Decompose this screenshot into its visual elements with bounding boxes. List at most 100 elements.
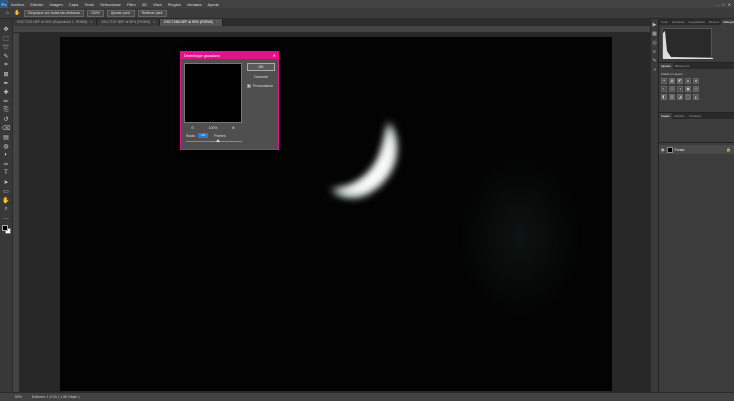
document-tab[interactable]: DSC7123.NEF al 50% (Exposición 1, RGB/8)… <box>13 19 98 26</box>
tab-close-icon[interactable]: × <box>153 20 155 24</box>
preview-checkbox[interactable]: ✓ <box>247 84 251 88</box>
menu-item[interactable]: 3D <box>139 2 150 7</box>
ok-button[interactable]: OK <box>247 63 275 71</box>
panel-tab[interactable]: Trazados <box>687 113 703 119</box>
layer-filter-controls[interactable] <box>659 119 734 143</box>
panel-tab[interactable]: Bibliotecas <box>673 63 692 69</box>
adjustment-icon[interactable]: ▣ <box>685 86 691 92</box>
menu-item[interactable]: Vista <box>150 2 165 7</box>
rectangle-icon[interactable]: ▭ <box>2 187 11 195</box>
color-swatches[interactable] <box>0 225 13 239</box>
hand-icon[interactable]: ✋ <box>2 196 11 204</box>
dock-panel-icon[interactable]: ◎ <box>652 40 658 46</box>
zoom-in-icon[interactable]: ⊕ <box>232 125 235 130</box>
close-icon[interactable]: ✕ <box>728 2 731 7</box>
adjustment-icon[interactable]: ◭ <box>693 94 699 100</box>
move-icon[interactable]: ✥ <box>2 25 11 33</box>
eyedropper-icon[interactable]: ✒ <box>2 79 11 87</box>
eraser-icon[interactable]: ⌫ <box>2 124 11 132</box>
radius-slider[interactable] <box>186 139 242 142</box>
adjustment-icon[interactable]: ◎ <box>693 86 699 92</box>
dialog-close-icon[interactable]: ✕ <box>273 53 278 58</box>
cancel-button[interactable]: Cancelar <box>247 74 275 81</box>
minimize-icon[interactable]: – <box>717 2 719 7</box>
adjustment-icon[interactable]: ◑ <box>677 86 683 92</box>
more-tools-icon[interactable]: … <box>2 214 11 222</box>
menu-item[interactable]: Ayuda <box>205 2 222 7</box>
photoshop-logo[interactable]: Ps <box>0 0 8 8</box>
gradient-icon[interactable]: ▤ <box>2 133 11 141</box>
menu-item[interactable]: Seleccionar <box>97 2 124 7</box>
crop-icon[interactable]: ⌗ <box>2 61 11 69</box>
zoom-value[interactable]: 100% <box>86 9 104 17</box>
menu-item[interactable]: Texto <box>81 2 97 7</box>
zoom-icon[interactable]: ⌕ <box>2 205 11 213</box>
dialog-titlebar[interactable]: Desenfoque gaussiano ✕ <box>181 52 278 59</box>
document-canvas[interactable] <box>60 37 612 391</box>
dock-panel-icon[interactable]: ≡ <box>652 49 658 55</box>
adjustment-icon[interactable]: ◩ <box>677 78 683 84</box>
radius-input[interactable]: 4,5 <box>198 133 209 138</box>
adjustment-icon[interactable]: ◪ <box>677 94 683 100</box>
maximize-icon[interactable]: □ <box>722 2 724 7</box>
adjustment-icon[interactable]: ☀ <box>661 78 667 84</box>
adjustment-icon[interactable]: ▥ <box>669 94 675 100</box>
menu-item[interactable]: Capa <box>66 2 82 7</box>
foreground-color-swatch[interactable] <box>2 225 8 231</box>
lasso-icon[interactable]: ➰ <box>2 43 11 51</box>
menu-item[interactable]: Plugins <box>165 2 184 7</box>
dock-panel-icon[interactable]: ◑ <box>652 67 658 73</box>
layer-row[interactable]: ◉ Fondo 🔒 <box>659 145 734 154</box>
dock-panel-icon[interactable]: ✎ <box>652 58 658 64</box>
menu-item[interactable]: Ventana <box>184 2 205 7</box>
dock-panel-icon[interactable]: ▦ <box>652 31 658 37</box>
fit-screen-button[interactable]: Ajustar pant. <box>106 9 135 17</box>
status-zoom[interactable]: 50% <box>15 395 22 399</box>
history-brush-icon[interactable]: ↺ <box>2 115 11 123</box>
panel-tab[interactable]: Ajustes <box>659 63 673 69</box>
tab-label: DSC7157.NEF al 50% (RGB/8) <box>101 20 151 24</box>
fill-screen-button[interactable]: Rellenar pant. <box>137 9 168 17</box>
horizontal-ruler <box>13 26 650 33</box>
zoom-out-icon[interactable]: ⊖ <box>191 125 194 130</box>
panel-tab[interactable]: Canales <box>672 113 687 119</box>
document-tab[interactable]: DSC7157.NEF al 50% (RGB/8) × <box>97 19 161 26</box>
menu-item[interactable]: Imagen <box>46 2 65 7</box>
menu-item[interactable]: Filtro <box>124 2 139 7</box>
filter-preview[interactable] <box>184 63 242 123</box>
blur-icon[interactable]: ◍ <box>2 142 11 150</box>
document-tab[interactable]: DSC7158.NEF al 50% (RGB/8) × <box>160 19 223 26</box>
dock-panel-icon[interactable]: ▶ <box>652 22 658 28</box>
adjustment-icon[interactable]: ◐ <box>661 86 667 92</box>
adjustment-icon[interactable]: ⚖ <box>669 86 675 92</box>
adjustment-icon[interactable]: ▲ <box>685 78 691 84</box>
path-select-icon[interactable]: ➤ <box>2 178 11 186</box>
menu-item[interactable]: Archivo <box>8 2 27 7</box>
home-icon[interactable]: ⌂ <box>4 10 11 17</box>
panel-tab[interactable]: Capas <box>659 113 672 119</box>
healing-icon[interactable]: ✚ <box>2 88 11 96</box>
dodge-icon[interactable]: ◐ <box>2 151 11 159</box>
stamp-icon[interactable]: ⎘ <box>2 106 11 114</box>
menu-bar: Ps Archivo Edición Imagen Capa Texto Seleccio… <box>0 0 734 8</box>
hand-icon[interactable]: ✋ <box>14 10 21 17</box>
pen-icon[interactable]: ✑ <box>2 160 11 168</box>
menu-item[interactable]: Edición <box>27 2 46 7</box>
status-doc-info[interactable]: Editores: 1,9 Ch ( 1.96 Gbyte ) <box>32 395 79 399</box>
lock-icon[interactable]: 🔒 <box>726 147 734 152</box>
tab-close-icon[interactable]: × <box>90 20 92 24</box>
visibility-eye-icon[interactable]: ◉ <box>661 147 665 152</box>
radius-slider-thumb[interactable] <box>216 139 220 142</box>
quick-select-icon[interactable]: ✎ <box>2 52 11 60</box>
adjustment-icon[interactable]: ◈ <box>693 78 699 84</box>
marquee-icon[interactable]: ⬚ <box>2 34 11 42</box>
brush-icon[interactable]: ✏ <box>2 97 11 105</box>
type-icon[interactable]: T <box>2 169 11 177</box>
frame-icon[interactable]: ⊠ <box>2 70 11 78</box>
adjustment-icon[interactable]: ◫ <box>685 94 691 100</box>
adjustment-icon[interactable]: ▦ <box>669 78 675 84</box>
preview-checkbox-row[interactable]: ✓ Previsualizar <box>247 84 273 88</box>
scroll-all-windows-checkbox[interactable]: Desplazar por todas las ventanas <box>24 9 84 17</box>
adjustment-icon[interactable]: ◧ <box>661 94 667 100</box>
tab-close-icon[interactable]: × <box>216 20 218 24</box>
